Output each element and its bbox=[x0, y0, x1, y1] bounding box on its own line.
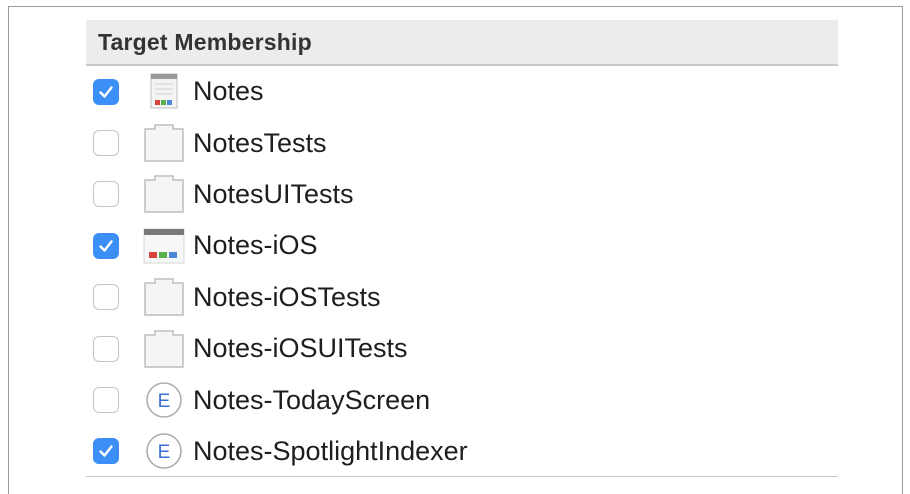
ios-app-icon bbox=[143, 225, 185, 267]
test-bundle-icon bbox=[143, 328, 185, 370]
test-bundle-icon bbox=[143, 276, 185, 318]
target-row: E Notes-SpotlightIndexer bbox=[86, 426, 838, 477]
target-label: Notes-iOS bbox=[193, 230, 318, 261]
target-label: Notes-TodayScreen bbox=[193, 384, 431, 415]
target-row: NotesUITests bbox=[86, 169, 838, 220]
target-checkbox[interactable] bbox=[93, 335, 119, 362]
svg-text:E: E bbox=[158, 442, 171, 463]
target-label: Notes bbox=[193, 76, 264, 107]
target-row: Notes-iOSUITests bbox=[86, 323, 838, 374]
target-list: Notes NotesTests NotesUITests Notes-iOS Note… bbox=[86, 66, 838, 477]
extension-icon: E bbox=[143, 379, 185, 421]
section-title: Target Membership bbox=[98, 28, 312, 55]
test-bundle-icon bbox=[143, 122, 185, 164]
target-row: Notes bbox=[86, 66, 838, 117]
target-checkbox[interactable] bbox=[93, 284, 119, 311]
target-row: Notes-iOSTests bbox=[86, 272, 838, 323]
target-row: Notes-iOS bbox=[86, 220, 838, 271]
svg-text:E: E bbox=[158, 391, 171, 412]
section-header: Target Membership bbox=[86, 20, 838, 66]
target-checkbox[interactable] bbox=[93, 181, 119, 208]
target-checkbox[interactable] bbox=[93, 232, 119, 259]
target-row: E Notes-TodayScreen bbox=[86, 374, 838, 425]
target-checkbox[interactable] bbox=[93, 130, 119, 157]
test-bundle-icon bbox=[143, 173, 185, 215]
target-checkbox[interactable] bbox=[93, 78, 119, 105]
extension-icon: E bbox=[143, 430, 185, 472]
target-label: NotesUITests bbox=[193, 178, 354, 209]
target-label: NotesTests bbox=[193, 127, 327, 158]
target-checkbox[interactable] bbox=[93, 387, 119, 414]
target-label: Notes-SpotlightIndexer bbox=[193, 435, 468, 466]
target-membership-panel: Target Membership Notes NotesTests NotesUI… bbox=[86, 20, 838, 477]
macos-app-icon bbox=[143, 71, 185, 113]
target-label: Notes-iOSTests bbox=[193, 281, 381, 312]
divider bbox=[86, 476, 838, 477]
target-label: Notes-iOSUITests bbox=[193, 333, 408, 364]
target-checkbox[interactable] bbox=[93, 438, 119, 465]
target-row: NotesTests bbox=[86, 117, 838, 168]
